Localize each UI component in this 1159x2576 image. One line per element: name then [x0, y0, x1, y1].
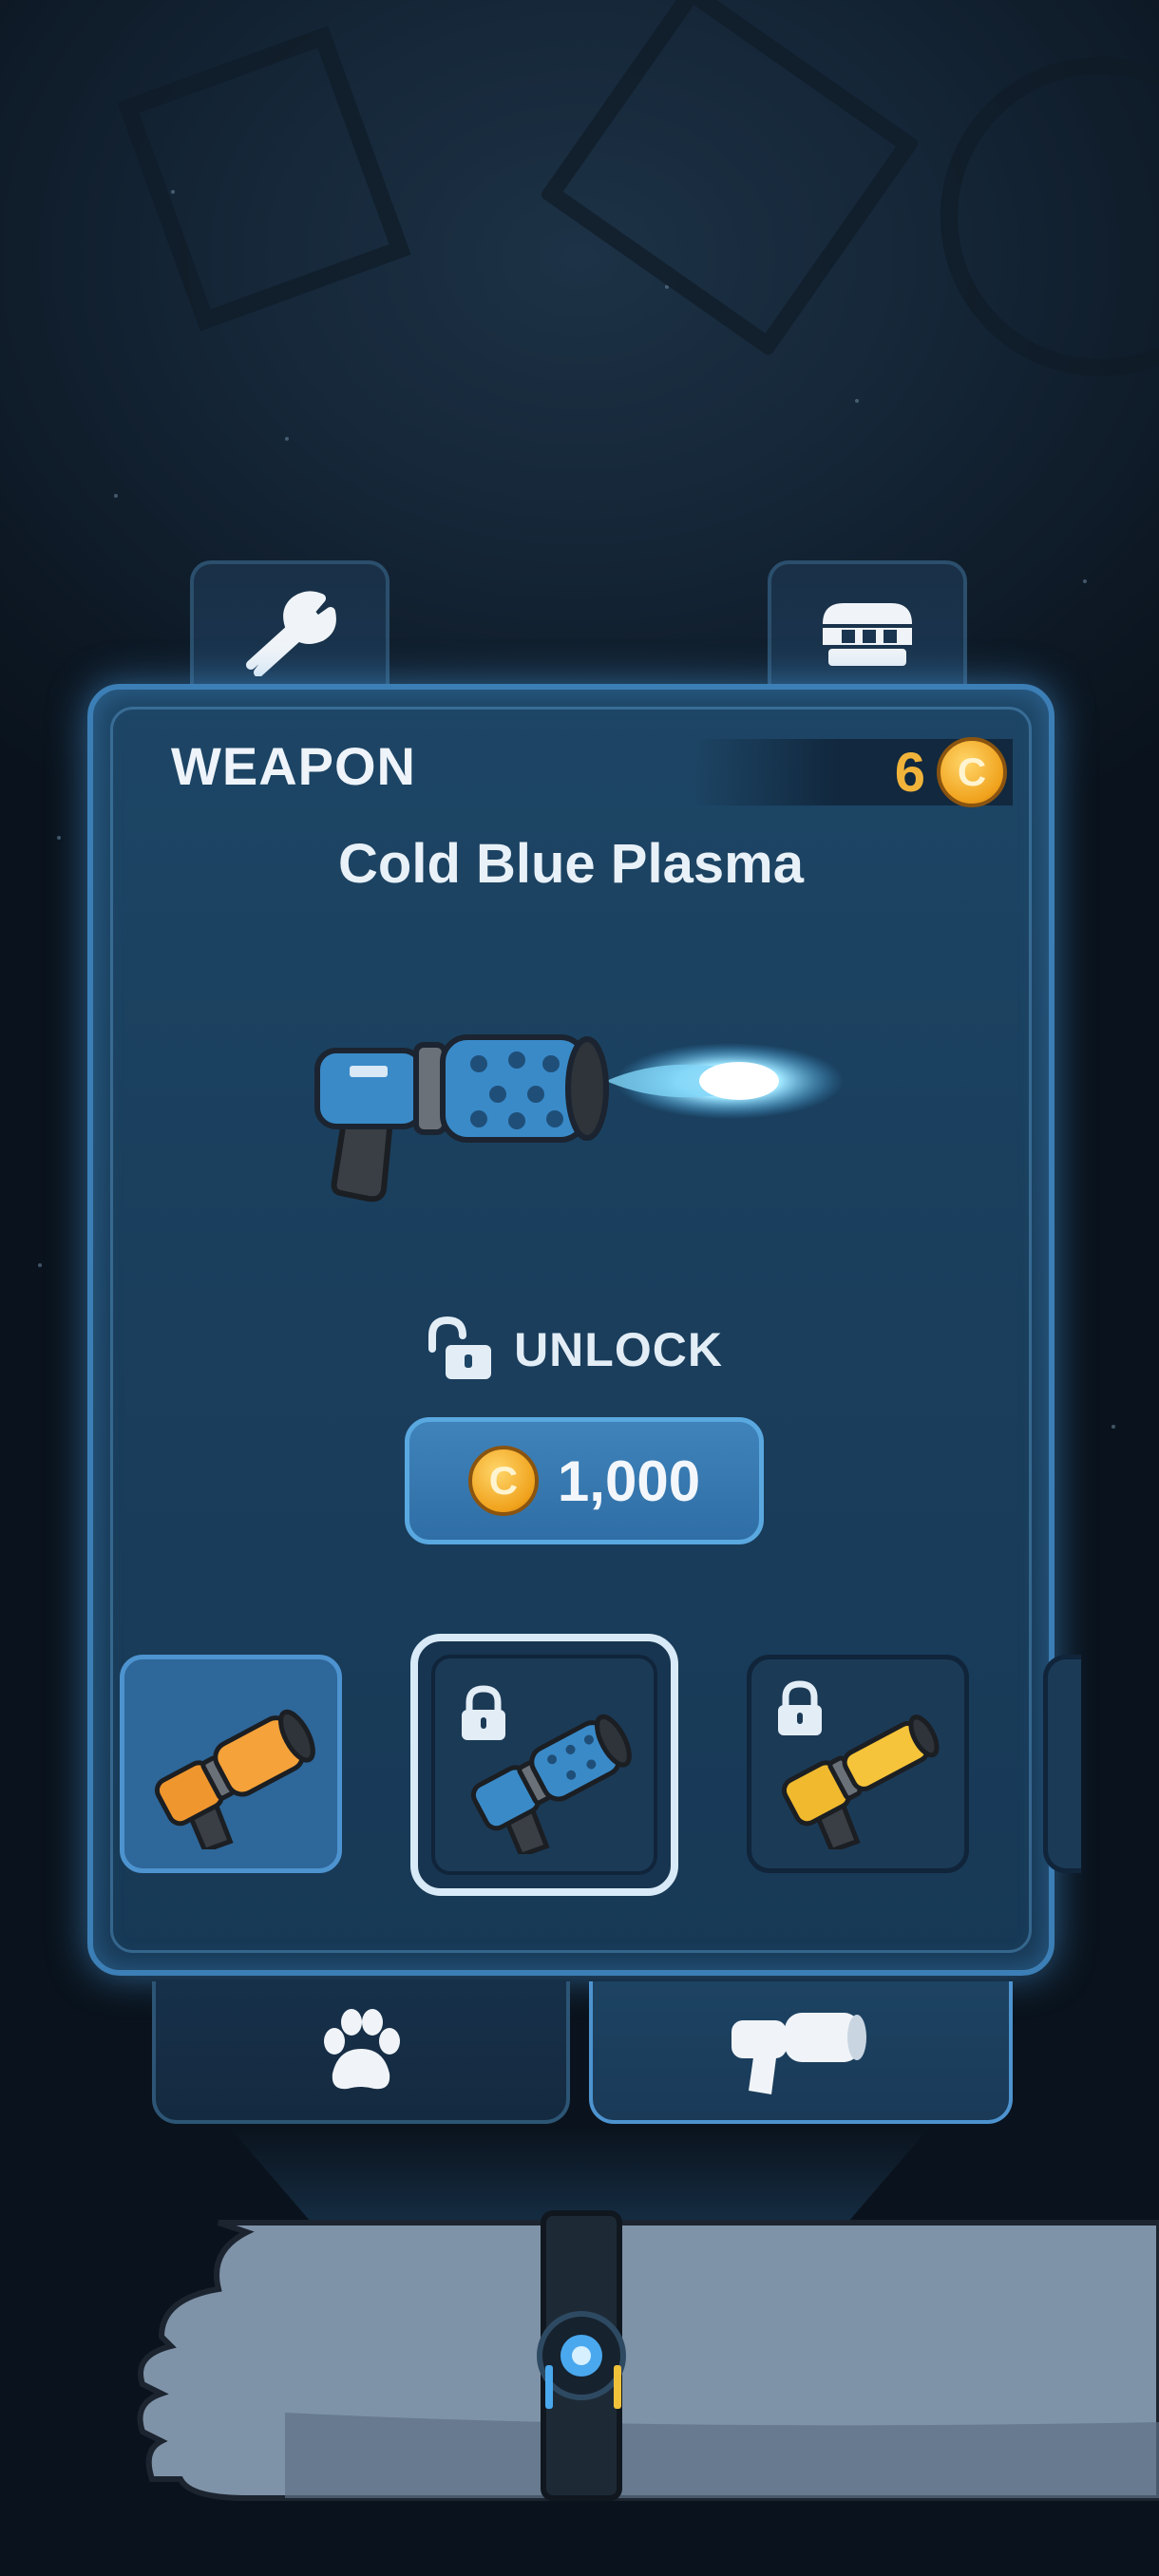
- background-girder: [539, 0, 921, 357]
- player-arm: [137, 2210, 1159, 2501]
- blue-plasma-blaster-icon: [470, 1714, 632, 1854]
- weapon-slot-orange[interactable]: [120, 1655, 342, 1873]
- weapon-slot-blue-plasma-selected[interactable]: [410, 1634, 678, 1896]
- tab-shop[interactable]: [768, 560, 967, 703]
- background-ring: [940, 57, 1159, 376]
- weapon-slot-yellow[interactable]: [747, 1655, 969, 1873]
- coin-count: 6: [894, 741, 925, 804]
- weapon-panel: WEAPON 6 C Cold Blue Plasma UNLOCK C 1,0…: [87, 684, 1081, 1976]
- blaster-icon: [732, 2013, 866, 2094]
- tab-weapons[interactable]: [589, 1981, 1013, 2124]
- buy-button[interactable]: C 1,000: [405, 1417, 764, 1544]
- orange-blaster-icon: [154, 1709, 315, 1849]
- wrench-icon: [246, 591, 336, 676]
- yellow-blaster-icon: [781, 1714, 940, 1849]
- category-title: WEAPON: [171, 736, 416, 796]
- unlock-label: UNLOCK: [514, 1323, 723, 1376]
- weapon-slot-partial[interactable]: [1043, 1655, 1081, 1873]
- background-girder: [117, 26, 411, 331]
- coin-icon: C: [937, 737, 1007, 807]
- paw-icon: [324, 2009, 400, 2090]
- tab-upgrades[interactable]: [190, 560, 390, 703]
- unlock-icon: [428, 1316, 492, 1379]
- coin-balance: 6 C: [694, 737, 1013, 807]
- price-value: 1,000: [557, 1449, 701, 1513]
- unlock-row: UNLOCK: [93, 1316, 1049, 1383]
- blue-plasma-blaster-icon: [314, 1034, 844, 1203]
- game-screen: WEAPON 6 C Cold Blue Plasma UNLOCK C 1,0…: [0, 0, 1159, 2576]
- coin-icon: C: [467, 1446, 539, 1516]
- item-name: Cold Blue Plasma: [338, 833, 804, 895]
- shop-awning-icon: [823, 603, 912, 666]
- tab-pets[interactable]: [152, 1981, 570, 2124]
